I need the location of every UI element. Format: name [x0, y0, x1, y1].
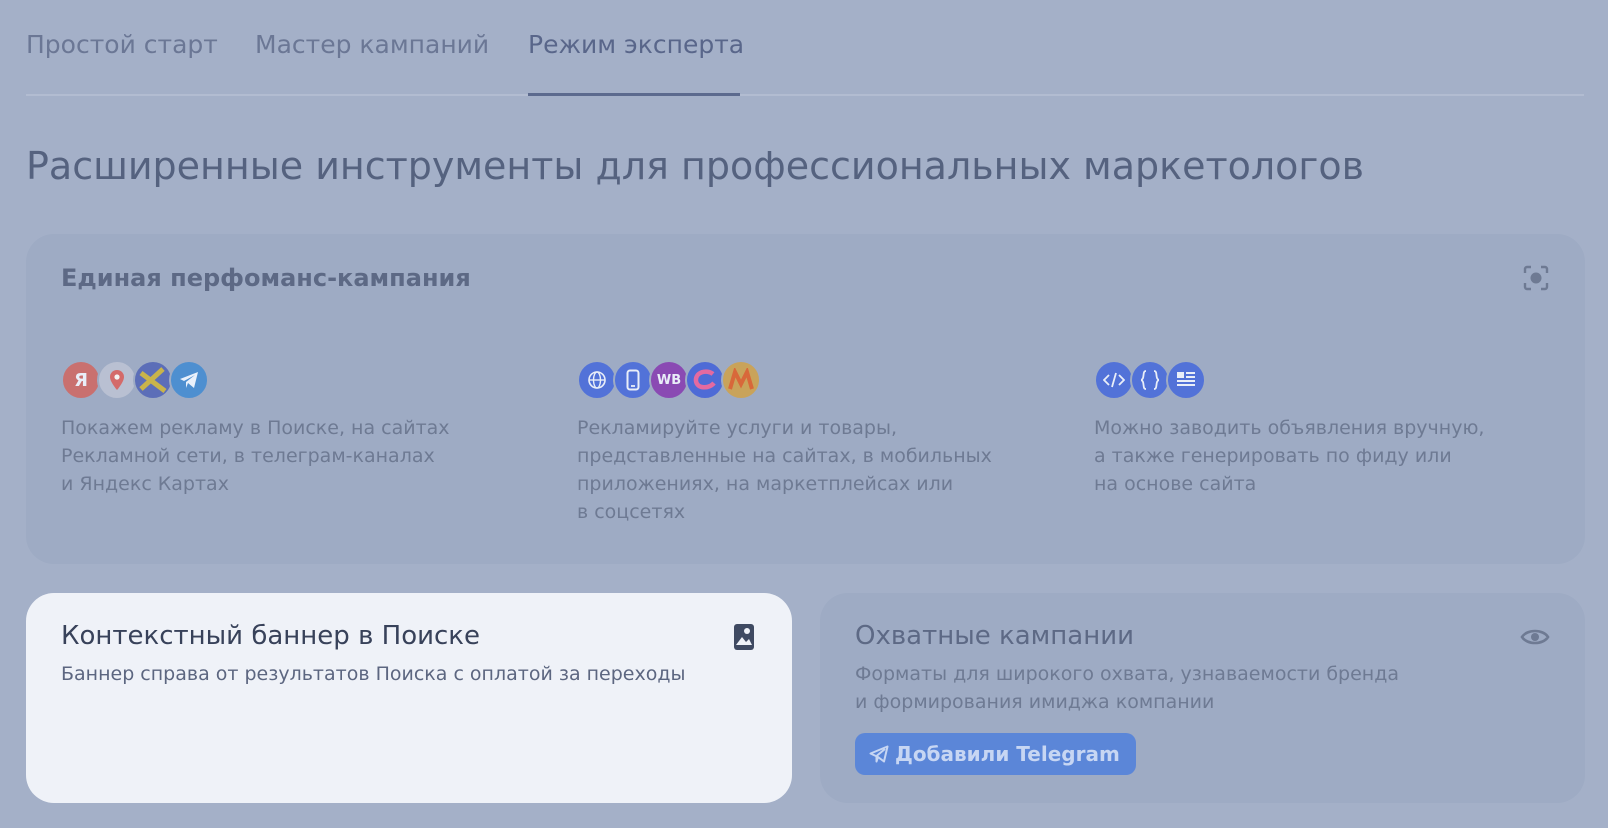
telegram-icon — [169, 360, 209, 400]
eye-icon — [1520, 627, 1550, 651]
braces-icon — [1130, 360, 1170, 400]
mobile-app-icon — [613, 360, 653, 400]
card-title: Единая перфоманс-кампания — [61, 264, 471, 292]
yandex-market-icon — [721, 360, 761, 400]
map-pin-icon — [97, 360, 137, 400]
mode-tabs: Простой старт Мастер кампаний Режим эксп… — [26, 0, 1584, 96]
platform-icons: WB — [577, 360, 1017, 404]
performance-campaign-card[interactable]: Единая перфоманс-кампания Я Покажем рекл… — [26, 234, 1585, 564]
active-tab-indicator — [528, 93, 740, 96]
page-title: Расширенные инструменты для профессионал… — [26, 144, 1364, 188]
code-icon — [1094, 360, 1134, 400]
card-subtitle: Баннер справа от результатов Поиска с оп… — [61, 663, 686, 685]
network-icon — [133, 360, 173, 400]
platforms-description: Рекламируйте услуги и товары, представле… — [577, 417, 992, 523]
focus-target-icon — [1522, 264, 1550, 296]
image-icon — [733, 623, 755, 655]
channel-icons: Я — [61, 360, 501, 404]
creation-description: Можно заводить объявления вручную, а так… — [1094, 417, 1485, 495]
channels-column: Я Покажем рекламу в Поиске, на сайтах Ре… — [61, 360, 501, 498]
badge-label: Добавили Telegram — [895, 742, 1120, 766]
card-title: Контекстный баннер в Поиске — [61, 621, 481, 651]
card-title: Охватные кампании — [855, 621, 1135, 651]
creation-icons — [1094, 360, 1534, 404]
globe-icon — [577, 360, 617, 400]
tab-campaign-wizard[interactable]: Мастер кампаний — [255, 30, 489, 59]
telegram-badge-button[interactable]: Добавили Telegram — [855, 733, 1136, 775]
document-list-icon — [1166, 360, 1206, 400]
reach-campaigns-card[interactable]: Охватные кампании Форматы для широкого о… — [820, 593, 1585, 803]
tab-simple-start[interactable]: Простой старт — [26, 30, 218, 59]
channels-description: Покажем рекламу в Поиске, на сайтах Рекл… — [61, 417, 450, 495]
yandex-icon: Я — [61, 360, 101, 400]
telegram-icon — [869, 745, 889, 763]
context-banner-card[interactable]: Контекстный баннер в Поиске Баннер справ… — [26, 593, 792, 803]
creation-column: Можно заводить объявления вручную, а так… — [1094, 360, 1534, 498]
wildberries-icon: WB — [649, 360, 689, 400]
ozon-icon — [685, 360, 725, 400]
platforms-column: WB Рекламируйте услуги и товары, предста… — [577, 360, 1017, 526]
card-subtitle: Форматы для широкого охвата, узнаваемост… — [855, 663, 1400, 713]
tab-expert-mode[interactable]: Режим эксперта — [528, 30, 744, 59]
